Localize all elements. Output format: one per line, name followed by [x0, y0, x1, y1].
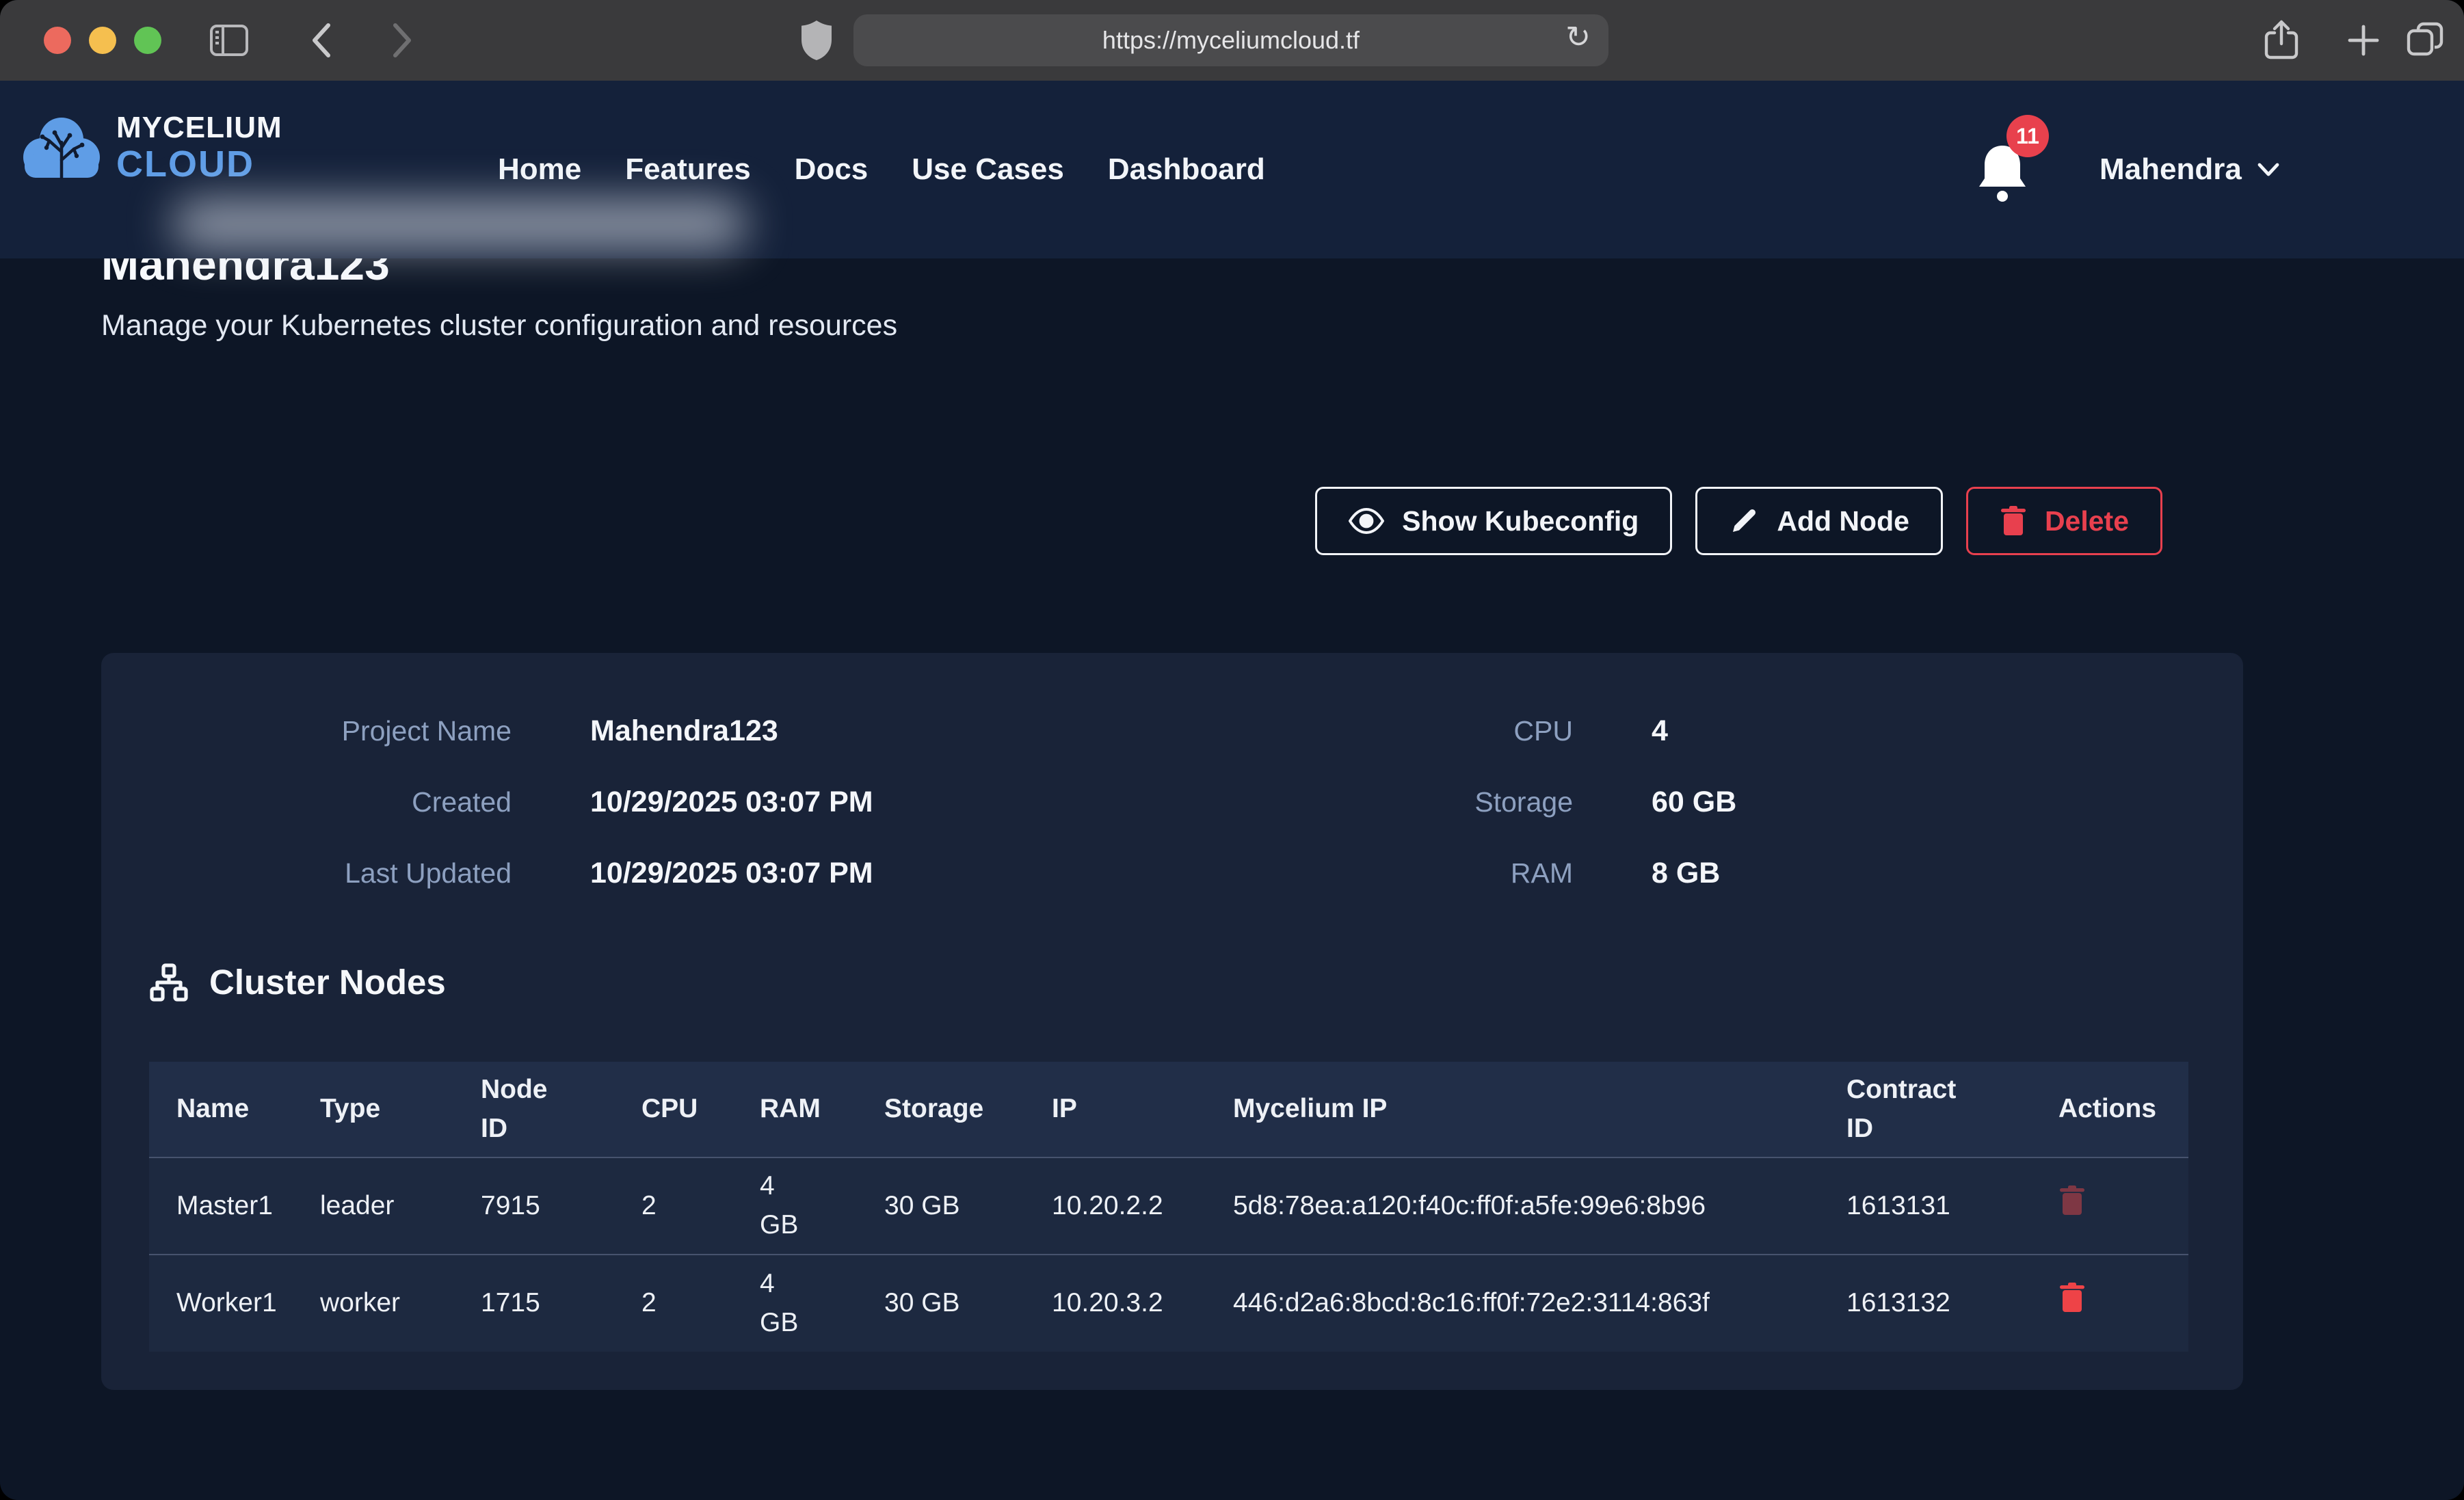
cluster-nodes-heading: Cluster Nodes: [149, 962, 446, 1002]
add-node-label: Add Node: [1777, 505, 1909, 537]
cluster-nodes-table: Name Type Node ID CPU RAM Storage IP Myc…: [149, 1062, 2188, 1352]
cell-ip: 10.20.2.2: [1052, 1157, 1233, 1255]
nav-link-features[interactable]: Features: [625, 152, 750, 187]
browser-window: https://myceliumcloud.tf ↻: [0, 0, 2464, 1500]
browser-toolbar: https://myceliumcloud.tf ↻: [0, 0, 2464, 81]
show-kubeconfig-label: Show Kubeconfig: [1402, 505, 1639, 537]
new-tab-icon[interactable]: [2344, 0, 2383, 81]
table-header-row: Name Type Node ID CPU RAM Storage IP Myc…: [149, 1062, 2188, 1157]
cluster-nodes-title: Cluster Nodes: [209, 962, 446, 1002]
back-button[interactable]: [308, 0, 335, 81]
cell-type: worker: [320, 1255, 481, 1352]
cell-node-id: 7915: [481, 1157, 641, 1255]
nav-link-home[interactable]: Home: [498, 152, 581, 187]
detail-value: 10/29/2025 03:07 PM: [512, 838, 1206, 909]
delete-cluster-button[interactable]: Delete: [1966, 487, 2162, 555]
col-contract-id: Contract ID: [1846, 1062, 2058, 1157]
traffic-lights: [44, 27, 161, 54]
col-type: Type: [320, 1062, 481, 1157]
detail-value: 4: [1573, 695, 2243, 766]
logo[interactable]: MYCELIUM CLOUD: [19, 109, 282, 186]
cluster-actions: Show Kubeconfig Add Node Delete: [1315, 487, 2162, 555]
reload-icon[interactable]: ↻: [1565, 20, 1591, 55]
logo-line1: MYCELIUM: [116, 113, 282, 143]
chevron-down-icon: [2257, 162, 2280, 177]
detail-value: 60 GB: [1573, 766, 2243, 838]
notifications-button[interactable]: 11: [1975, 134, 2037, 209]
detail-label: CPU: [1206, 695, 1573, 766]
close-window-button[interactable]: [44, 27, 71, 54]
col-node-id: Node ID: [481, 1062, 641, 1157]
cell-ram: 4 GB: [760, 1157, 884, 1255]
trash-icon: [2000, 505, 2027, 537]
detail-label: Storage: [1206, 766, 1573, 838]
cell-node-id: 1715: [481, 1255, 641, 1352]
cell-name: Master1: [149, 1157, 320, 1255]
col-actions: Actions: [2058, 1062, 2188, 1157]
table-row: Master1 leader 7915 2 4 GB 30 GB 10.20.2…: [149, 1157, 2188, 1255]
cell-mycelium-ip: 446:d2a6:8bcd:8c16:ff0f:72e2:3114:863f: [1233, 1255, 1846, 1352]
delete-label: Delete: [2045, 505, 2129, 537]
show-kubeconfig-button[interactable]: Show Kubeconfig: [1315, 487, 1672, 555]
title-blur-smudge: [172, 200, 747, 249]
delete-node-button[interactable]: [2058, 1185, 2086, 1216]
cluster-details-card: Project Name Mahendra123 CPU 4 Created 1…: [101, 653, 2243, 1390]
cluster-details-grid: Project Name Mahendra123 CPU 4 Created 1…: [101, 695, 2243, 909]
notification-badge: 11: [2006, 115, 2049, 157]
nav-link-use-cases[interactable]: Use Cases: [912, 152, 1064, 187]
cell-contract-id: 1613131: [1846, 1157, 2058, 1255]
logo-line2: CLOUD: [116, 146, 282, 183]
cell-cpu: 2: [641, 1255, 760, 1352]
sidebar-toggle-icon[interactable]: [209, 0, 249, 81]
cell-storage: 30 GB: [884, 1157, 1052, 1255]
delete-node-button[interactable]: [2058, 1282, 2086, 1313]
detail-label: RAM: [1206, 838, 1573, 909]
logo-text: MYCELIUM CLOUD: [116, 113, 282, 183]
pencil-icon: [1729, 506, 1759, 536]
detail-value: 10/29/2025 03:07 PM: [512, 766, 1206, 838]
nav-link-dashboard[interactable]: Dashboard: [1108, 152, 1265, 187]
user-name: Mahendra: [2099, 152, 2242, 187]
col-ram: RAM: [760, 1062, 884, 1157]
page-subtitle: Manage your Kubernetes cluster configura…: [101, 309, 897, 343]
cell-storage: 30 GB: [884, 1255, 1052, 1352]
col-mycelium-ip: Mycelium IP: [1233, 1062, 1846, 1157]
forward-button[interactable]: [388, 0, 416, 81]
trash-icon: [2058, 1282, 2086, 1313]
detail-value: Mahendra123: [512, 695, 1206, 766]
nav-link-docs[interactable]: Docs: [795, 152, 869, 187]
eye-icon: [1349, 507, 1384, 535]
share-icon[interactable]: [2262, 0, 2301, 81]
tab-overview-icon[interactable]: [2405, 0, 2446, 81]
zoom-window-button[interactable]: [134, 27, 161, 54]
user-menu[interactable]: Mahendra: [2099, 81, 2280, 258]
trash-icon: [2058, 1185, 2086, 1216]
mycelium-cloud-logo-icon: [19, 109, 104, 186]
col-cpu: CPU: [641, 1062, 760, 1157]
detail-label: Created: [101, 766, 512, 838]
network-nodes-icon: [149, 963, 189, 1002]
detail-value: 8 GB: [1573, 838, 2243, 909]
add-node-button[interactable]: Add Node: [1695, 487, 1943, 555]
cell-type: leader: [320, 1157, 481, 1255]
col-name: Name: [149, 1062, 320, 1157]
cell-ram: 4 GB: [760, 1255, 884, 1352]
detail-label: Project Name: [101, 695, 512, 766]
cell-name: Worker1: [149, 1255, 320, 1352]
url-text: https://myceliumcloud.tf: [1102, 26, 1360, 55]
detail-label: Last Updated: [101, 838, 512, 909]
table-row: Worker1 worker 1715 2 4 GB 30 GB 10.20.3…: [149, 1255, 2188, 1352]
minimize-window-button[interactable]: [89, 27, 116, 54]
shield-icon[interactable]: [799, 0, 834, 81]
cell-cpu: 2: [641, 1157, 760, 1255]
col-storage: Storage: [884, 1062, 1052, 1157]
cell-ip: 10.20.3.2: [1052, 1255, 1233, 1352]
cell-contract-id: 1613132: [1846, 1255, 2058, 1352]
col-ip: IP: [1052, 1062, 1233, 1157]
address-bar[interactable]: https://myceliumcloud.tf ↻: [853, 14, 1608, 66]
cell-mycelium-ip: 5d8:78ea:a120:f40c:ff0f:a5fe:99e6:8b96: [1233, 1157, 1846, 1255]
